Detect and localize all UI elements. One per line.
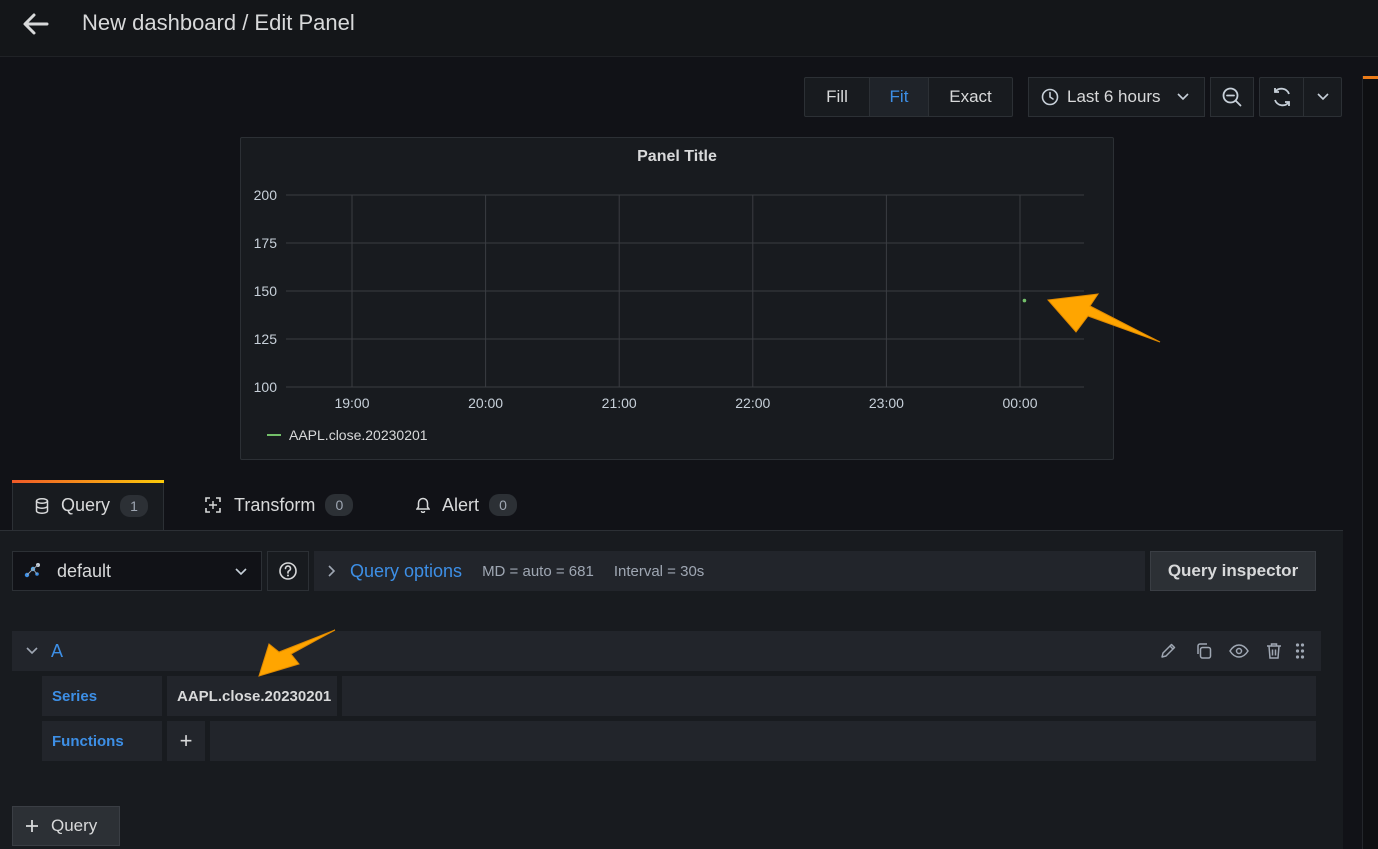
- chevron-down-icon: [235, 568, 247, 576]
- tab-query-count: 1: [120, 494, 149, 517]
- datasource-picker[interactable]: default: [12, 551, 262, 591]
- time-range-label: Last 6 hours: [1067, 87, 1161, 106]
- series-label-cell: Series: [42, 676, 162, 716]
- refresh-button[interactable]: [1259, 77, 1304, 117]
- chevron-down-icon: [1176, 93, 1189, 101]
- top-bar: New dashboard / Edit Panel: [0, 0, 1378, 57]
- tab-alert[interactable]: Alert 0: [416, 480, 536, 530]
- x-tick-label: 19:00: [334, 395, 369, 411]
- legend-series-label: AAPL.close.20230201: [289, 427, 428, 443]
- functions-label-cell: Functions: [42, 721, 162, 761]
- help-button[interactable]: [267, 551, 309, 591]
- x-tick-label: 23:00: [869, 395, 904, 411]
- refresh-interval-dropdown[interactable]: [1303, 77, 1342, 117]
- bell-icon: [416, 497, 430, 513]
- x-tick-label: 00:00: [1002, 395, 1037, 411]
- functions-filler: [210, 721, 1316, 761]
- datasource-name: default: [57, 560, 112, 581]
- query-options-label: Query options: [350, 560, 463, 581]
- chevron-down-icon: [1316, 93, 1329, 101]
- tab-alert-count: 0: [489, 494, 518, 516]
- trash-icon[interactable]: [1263, 640, 1285, 662]
- legend-swatch: [267, 434, 281, 436]
- tab-query-label: Query: [61, 495, 111, 515]
- legend-item[interactable]: AAPL.close.20230201: [267, 427, 428, 443]
- fill-button[interactable]: Fill: [804, 77, 870, 117]
- series-segment[interactable]: AAPL.close.20230201: [167, 676, 337, 716]
- plus-icon: [25, 819, 39, 833]
- y-tick-label: 175: [254, 235, 278, 251]
- chevron-right-icon: [328, 565, 336, 577]
- add-query-label: Query: [51, 816, 98, 835]
- refresh-icon: [1271, 86, 1293, 108]
- clock-icon: [1041, 88, 1059, 106]
- page-title: New dashboard / Edit Panel: [82, 10, 355, 35]
- duplicate-query-icon[interactable]: [1193, 640, 1215, 662]
- options-pane-rail: [1362, 76, 1378, 849]
- data-point[interactable]: [1022, 298, 1027, 303]
- tab-alert-label: Alert: [442, 494, 480, 515]
- interval-text: Interval = 30s: [613, 562, 705, 580]
- panel-preview: Panel Title 200 175 150 125 100 19:00 20:00 21…: [240, 137, 1114, 460]
- series-filler: [342, 676, 1316, 716]
- series-label: Series: [52, 687, 98, 705]
- y-tick-label: 100: [254, 379, 278, 395]
- graphite-logo-icon: [23, 561, 43, 581]
- graph-chart: 200 175 150 125 100 19:00 20:00 21:00 22:00 23:0…: [254, 187, 1084, 411]
- x-tick-label: 21:00: [602, 395, 637, 411]
- query-options-toggle[interactable]: Query options MD = auto = 681 Interval =…: [314, 551, 1145, 591]
- exact-button[interactable]: Exact: [928, 77, 1013, 117]
- query-inspector-button[interactable]: Query inspector: [1150, 551, 1316, 591]
- max-datapoints-text: MD = auto = 681: [482, 562, 594, 580]
- functions-label: Functions: [52, 732, 124, 750]
- drag-handle-icon[interactable]: [1290, 640, 1310, 662]
- y-tick-label: 125: [254, 331, 278, 347]
- transform-icon: [204, 496, 222, 514]
- y-tick-label: 150: [254, 283, 278, 299]
- zoom-out-button[interactable]: [1210, 77, 1254, 117]
- query-row-header: [12, 631, 1321, 671]
- y-tick-label: 200: [254, 187, 278, 203]
- eye-icon[interactable]: [1228, 640, 1250, 662]
- add-query-button[interactable]: Query: [12, 806, 120, 846]
- query-ref-id[interactable]: A: [51, 641, 63, 662]
- fit-button[interactable]: Fit: [869, 77, 929, 117]
- time-range-picker[interactable]: Last 6 hours: [1028, 77, 1205, 117]
- tab-transform[interactable]: Transform 0: [204, 480, 364, 530]
- annotation-arrow-icon: [1046, 293, 1161, 343]
- add-function-button[interactable]: +: [167, 721, 205, 761]
- database-icon: [35, 497, 49, 514]
- series-value: AAPL.close.20230201: [177, 687, 332, 705]
- zoom-out-icon: [1221, 86, 1243, 108]
- x-tick-label: 20:00: [468, 395, 503, 411]
- collapse-chevron-icon[interactable]: [22, 641, 42, 661]
- help-icon: [278, 561, 298, 581]
- x-tick-label: 22:00: [735, 395, 770, 411]
- tab-transform-label: Transform: [234, 494, 316, 515]
- annotation-arrow-icon: [258, 629, 336, 677]
- tab-query[interactable]: Query 1: [12, 480, 164, 530]
- edit-pencil-icon[interactable]: [1157, 640, 1179, 662]
- tab-transform-count: 0: [325, 494, 354, 516]
- back-arrow-icon[interactable]: [18, 10, 52, 38]
